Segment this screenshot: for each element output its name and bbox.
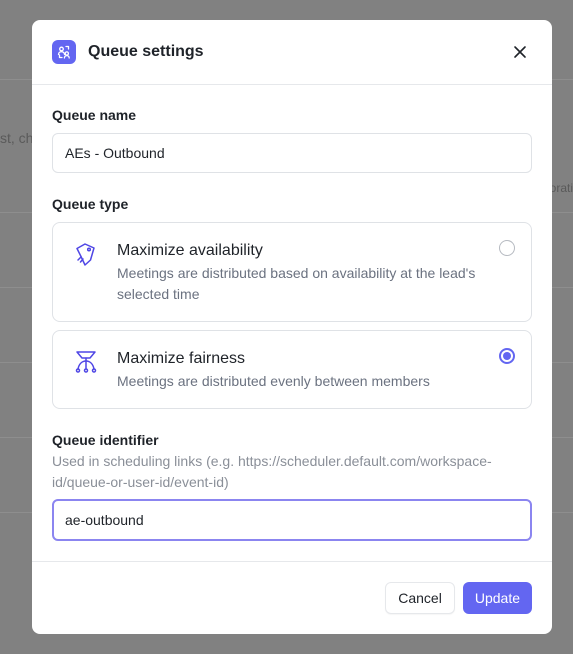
queue-identifier-helper-line1: Used in scheduling links (e.g. https://s… bbox=[52, 453, 492, 469]
queue-users-icon bbox=[52, 40, 76, 64]
queue-identifier-label: Queue identifier bbox=[52, 432, 159, 448]
close-button[interactable] bbox=[508, 40, 532, 64]
queue-name-value: AEs - Outbound bbox=[65, 145, 165, 161]
dialog-header: Queue settings bbox=[32, 20, 552, 85]
dialog-title: Queue settings bbox=[88, 43, 204, 60]
availability-radio[interactable] bbox=[499, 240, 515, 256]
option-description: Meetings are distributed based on availa… bbox=[117, 265, 476, 302]
close-icon bbox=[514, 46, 526, 58]
option-title: Maximize availability bbox=[117, 242, 263, 259]
cancel-button[interactable]: Cancel bbox=[385, 582, 455, 614]
queue-name-input[interactable]: AEs - Outbound bbox=[52, 133, 532, 173]
option-title: Maximize fairness bbox=[117, 350, 246, 367]
queue-name-label: Queue name bbox=[52, 107, 137, 123]
background-column-header: orati bbox=[549, 181, 573, 195]
dialog-body: Queue name AEs - Outbound Queue type Max… bbox=[32, 85, 552, 541]
queue-identifier-helper-line2: id/queue-or-user-id/event-id) bbox=[52, 474, 229, 490]
option-maximize-fairness[interactable]: Maximize fairness Meetings are distribut… bbox=[52, 330, 532, 409]
update-button[interactable]: Update bbox=[462, 582, 532, 614]
tag-icon bbox=[69, 240, 103, 274]
fairness-radio[interactable] bbox=[499, 348, 515, 364]
dialog-footer: Cancel Update bbox=[32, 561, 552, 634]
queue-type-label: Queue type bbox=[52, 196, 129, 212]
queue-identifier-input[interactable]: ae-outbound bbox=[52, 499, 532, 541]
option-description: Meetings are distributed evenly between … bbox=[117, 373, 430, 389]
queue-identifier-value: ae-outbound bbox=[65, 512, 144, 528]
queue-settings-dialog: Queue settings Queue name AEs - Outbound… bbox=[32, 20, 552, 634]
option-maximize-availability[interactable]: Maximize availability Meetings are distr… bbox=[52, 222, 532, 322]
distribution-icon bbox=[69, 348, 103, 382]
